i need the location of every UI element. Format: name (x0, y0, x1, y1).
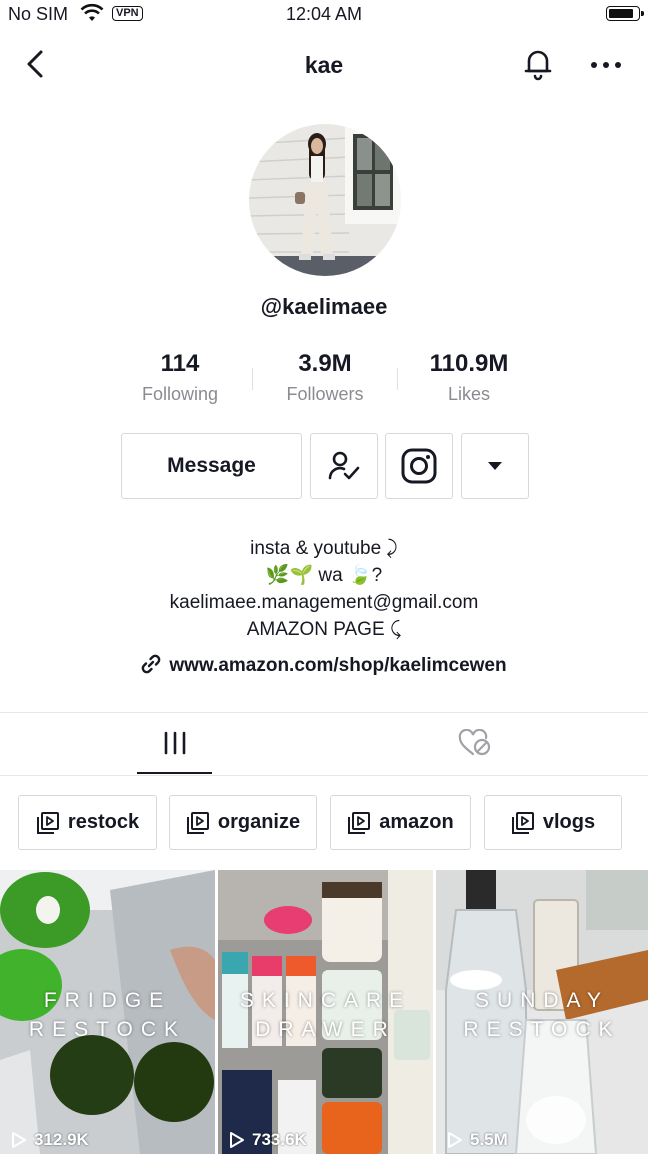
stat-followers[interactable]: 3.9M Followers (260, 350, 390, 405)
view-count-value: 5.5M (470, 1130, 508, 1149)
message-button[interactable]: Message (121, 433, 302, 499)
video-thumbnail[interactable]: FRIDGE RESTOCK 312.9K (0, 870, 215, 1154)
playlist-chip-vlogs[interactable]: vlogs (484, 795, 622, 850)
tab-videos[interactable] (137, 714, 212, 772)
divider (0, 775, 648, 776)
stat-label: Followers (286, 384, 364, 404)
stat-divider (252, 368, 253, 390)
bio-line: 🌿🌱 wa 🍃? (265, 565, 383, 586)
stat-label: Likes (447, 384, 491, 404)
suggested-accounts-button[interactable] (461, 433, 529, 499)
playlist-label: organize (217, 811, 301, 833)
tab-liked-videos[interactable] (437, 714, 512, 772)
playlist-icon (36, 811, 59, 834)
battery-icon (606, 6, 644, 21)
more-options-button[interactable] (588, 50, 624, 85)
stat-following[interactable]: 114 Following (115, 350, 245, 405)
play-icon (230, 1132, 244, 1148)
view-count-value: 312.9K (34, 1130, 89, 1149)
stat-value: 110.9M (429, 350, 509, 377)
stat-value: 3.9M (298, 350, 352, 377)
playlist-chip-amazon[interactable]: amazon (330, 795, 471, 850)
active-tab-indicator (137, 772, 212, 774)
grid-icon (164, 731, 185, 755)
video-caption: SKINCARE DRAWER (218, 986, 433, 1044)
link-icon (142, 654, 161, 674)
bio-email: kaelimaee.management@gmail.com (169, 592, 479, 613)
profile-handle: @kaelimaee (260, 294, 388, 319)
link-text: www.amazon.com/shop/kaelimcewen (169, 655, 507, 676)
status-bar: No SIM VPN 12:04 AM (0, 0, 648, 30)
bio-line: insta & youtube ⤸ (250, 538, 398, 559)
divider (0, 712, 648, 713)
caption-line: FRIDGE (43, 989, 172, 1012)
more-dots-icon (591, 62, 621, 68)
playlist-icon (511, 811, 534, 834)
avatar[interactable] (249, 124, 401, 276)
heart-hidden-icon (458, 729, 490, 756)
instagram-icon (401, 448, 437, 484)
bio-line: AMAZON PAGE ⤹ (246, 619, 402, 640)
view-count: 312.9K (10, 1130, 89, 1150)
play-icon (448, 1132, 462, 1148)
user-check-icon (328, 451, 360, 480)
playlist-label: vlogs (542, 811, 596, 833)
bell-icon (524, 50, 552, 81)
caption-line: RESTOCK (463, 1018, 621, 1041)
video-caption: SUNDAY RESTOCK (436, 986, 648, 1044)
stat-label: Following (141, 384, 219, 404)
stat-value: 114 (160, 350, 200, 377)
playlist-chip-restock[interactable]: restock (18, 795, 157, 850)
play-icon (12, 1132, 26, 1148)
caret-down-icon (488, 462, 502, 470)
video-thumbnail[interactable]: SUNDAY RESTOCK 5.5M (436, 870, 648, 1154)
playlist-icon (348, 811, 371, 834)
profile-link[interactable]: www.amazon.com/shop/kaelimcewen (0, 654, 648, 677)
playlist-label: amazon (379, 811, 454, 833)
instagram-button[interactable] (385, 433, 453, 499)
video-thumbnail[interactable]: SKINCARE DRAWER 733.6K (218, 870, 433, 1154)
following-status-button[interactable] (310, 433, 378, 499)
stat-likes[interactable]: 110.9M Likes (404, 350, 534, 405)
view-count: 733.6K (228, 1130, 307, 1150)
caption-line: RESTOCK (28, 1018, 187, 1041)
caption-line: DRAWER (255, 1018, 396, 1041)
caption-line: SKINCARE (239, 989, 412, 1012)
playlist-chip-organize[interactable]: organize (169, 795, 317, 850)
video-caption: FRIDGE RESTOCK (0, 986, 215, 1044)
clock: 12:04 AM (285, 4, 363, 24)
profile-bio: insta & youtube ⤸ 🌿🌱 wa 🍃? kaelimaee.man… (0, 535, 648, 643)
stat-divider (397, 368, 398, 390)
playlist-label: restock (67, 811, 140, 833)
caption-line: SUNDAY (475, 989, 609, 1012)
nav-bar: kae (0, 38, 648, 92)
playlist-icon (186, 811, 209, 834)
view-count: 5.5M (446, 1130, 508, 1150)
view-count-value: 733.6K (252, 1130, 307, 1149)
notification-button[interactable] (520, 46, 556, 87)
